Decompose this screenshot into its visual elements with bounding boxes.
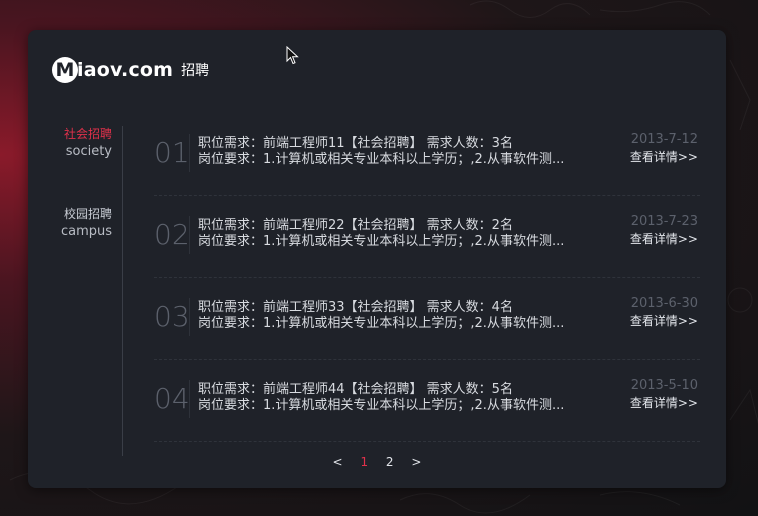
sidebar-item-society[interactable]: 社会招聘 society [64,126,112,160]
job-number: 01 [154,136,190,169]
job-requirements: 岗位要求：1.计算机或相关专业本科以上学历；,2.从事软件测... [198,398,565,413]
page-button-2[interactable]: 2 [386,455,394,469]
job-date: 2013-6-30 [630,296,698,311]
job-requirements: 岗位要求：1.计算机或相关专业本科以上学历；,2.从事软件测... [198,234,565,249]
job-requirements: 岗位要求：1.计算机或相关专业本科以上学历；,2.从事软件测... [198,316,565,331]
pagination: < 1 2 > [28,455,726,469]
job-requirements: 岗位要求：1.计算机或相关专业本科以上学历；,2.从事软件测... [198,152,565,167]
divider [189,134,190,172]
view-details-link[interactable]: 查看详情>> [630,394,698,411]
job-list: 01 职位需求：前端工程师11【社会招聘】 需求人数：3名 岗位要求：1.计算机… [154,114,700,442]
sidebar-item-sublabel: campus [60,224,112,239]
view-details-link[interactable]: 查看详情>> [630,148,698,165]
job-date: 2013-7-12 [630,132,698,147]
divider [189,216,190,254]
list-item: 04 职位需求：前端工程师44【社会招聘】 需求人数：5名 岗位要求：1.计算机… [154,360,700,442]
prev-page-button[interactable]: < [333,455,343,469]
sidebar-item-label: 社会招聘 [63,127,112,141]
view-details-link[interactable]: 查看详情>> [630,230,698,247]
job-number: 03 [154,300,190,333]
site-logo[interactable]: M iaov.com 招聘 [52,56,209,84]
list-item: 02 职位需求：前端工程师22【社会招聘】 需求人数：2名 岗位要求：1.计算机… [154,196,700,278]
logo-text: iaov.com [77,59,174,81]
recruitment-panel: M iaov.com 招聘 社会招聘 society 校园招聘 campus 0… [28,30,726,488]
next-page-button[interactable]: > [411,455,421,469]
job-date: 2013-5-10 [630,378,698,393]
job-number: 02 [154,218,190,251]
view-details-link[interactable]: 查看详情>> [630,312,698,329]
page-button-1[interactable]: 1 [360,455,368,469]
sidebar-item-campus[interactable]: 校园招聘 campus [61,206,112,240]
sidebar-item-sublabel: society [65,144,112,159]
mouse-cursor-icon [286,46,299,65]
category-sidebar: 社会招聘 society 校园招聘 campus [28,126,123,456]
sidebar-item-label: 校园招聘 [63,207,112,221]
divider [189,298,190,336]
list-item: 03 职位需求：前端工程师33【社会招聘】 需求人数：4名 岗位要求：1.计算机… [154,278,700,360]
list-item: 01 职位需求：前端工程师11【社会招聘】 需求人数：3名 岗位要求：1.计算机… [154,114,700,196]
logo-subtitle: 招聘 [181,63,210,79]
job-number: 04 [154,382,190,415]
divider [189,380,190,418]
logo-mark: M [52,57,78,83]
job-date: 2013-7-23 [630,214,698,229]
